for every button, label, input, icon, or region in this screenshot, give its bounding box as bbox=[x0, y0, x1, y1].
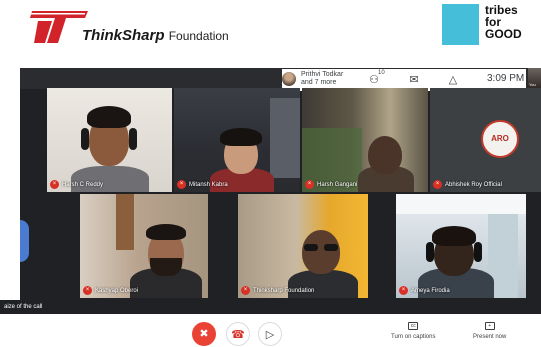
thinksharp-logo-text: ThinkSharp Foundation bbox=[82, 27, 229, 44]
mic-off-icon: ✖ bbox=[199, 328, 209, 340]
participant-nameplate: × Harsh Gangani bbox=[305, 180, 357, 189]
mic-off-icon: × bbox=[305, 180, 314, 189]
tribes-logo-square bbox=[442, 4, 479, 45]
participant-tile[interactable]: ARO × Abhishek Roy Official bbox=[430, 88, 541, 192]
participant-nameplate: × Kashyap Oberoi bbox=[83, 286, 138, 295]
presenter-avatar bbox=[282, 72, 296, 86]
hang-up-icon: ☎ bbox=[231, 329, 245, 341]
page: ThinkSharp Foundation tribes for GOOD Pr… bbox=[0, 0, 541, 347]
participant-nameplate: × Mitansh Kabra bbox=[177, 180, 228, 189]
participant-nameplate: × Ameya Firodia bbox=[399, 286, 450, 295]
mic-off-icon: × bbox=[241, 286, 250, 295]
camera-icon: ▷ bbox=[265, 329, 275, 341]
mic-off-icon: × bbox=[433, 180, 442, 189]
participant-tile[interactable]: × Kashyap Oberoi bbox=[80, 194, 208, 298]
camera-toggle-button[interactable]: ▷ bbox=[258, 322, 282, 346]
self-view-label: You bbox=[529, 82, 536, 87]
presenter-name: Prithvi Todkar and 7 more bbox=[301, 71, 344, 86]
thinksharp-logo: ThinkSharp Foundation bbox=[28, 9, 248, 47]
tribes-for-good-logo: tribes for GOOD bbox=[442, 4, 538, 50]
mic-off-icon: × bbox=[83, 286, 92, 295]
call-controls-bar: ✖ ☎ ▷ cc Turn on captions + Present now bbox=[0, 314, 541, 347]
turn-on-captions-button[interactable]: cc Turn on captions bbox=[391, 322, 435, 340]
participant-nameplate: × Harsh C Reddy bbox=[50, 180, 103, 189]
mic-off-icon: × bbox=[399, 286, 408, 295]
microphone-toggle-button[interactable]: ✖ bbox=[192, 322, 216, 346]
leave-call-button[interactable]: ☎ bbox=[226, 322, 250, 346]
participant-nameplate: × Thinksharp Foundation bbox=[241, 286, 314, 295]
captions-icon: cc bbox=[408, 322, 419, 330]
participant-avatar: ARO bbox=[481, 120, 519, 158]
participant-tile[interactable]: × Mitansh Kabra bbox=[174, 88, 300, 192]
mic-off-icon: × bbox=[50, 180, 59, 189]
caption-snippet: aize of the call bbox=[0, 300, 82, 315]
present-now-button[interactable]: + Present now bbox=[473, 322, 506, 340]
meet-call-window: Prithvi Todkar and 7 more ⚇ 10 ✉ △ 3:09 … bbox=[20, 68, 541, 314]
meeting-clock: 3:09 PM bbox=[487, 73, 525, 84]
participant-tile[interactable]: × Thinksharp Foundation bbox=[238, 194, 368, 298]
present-icon: + bbox=[484, 322, 495, 330]
scroll-left-handle[interactable] bbox=[20, 220, 29, 262]
tribes-logo-text: tribes for GOOD bbox=[485, 3, 522, 41]
people-count: 10 bbox=[378, 70, 385, 76]
chat-icon[interactable]: ✉ bbox=[406, 72, 422, 88]
participant-tile[interactable]: × Ameya Firodia bbox=[396, 194, 526, 298]
mic-off-icon: × bbox=[177, 180, 186, 189]
participant-tile[interactable]: × Harsh C Reddy bbox=[47, 88, 172, 192]
participant-nameplate: × Abhishek Roy Official bbox=[433, 180, 502, 189]
participant-tile[interactable]: × Harsh Gangani bbox=[302, 88, 428, 192]
activities-icon[interactable]: △ bbox=[445, 72, 461, 88]
